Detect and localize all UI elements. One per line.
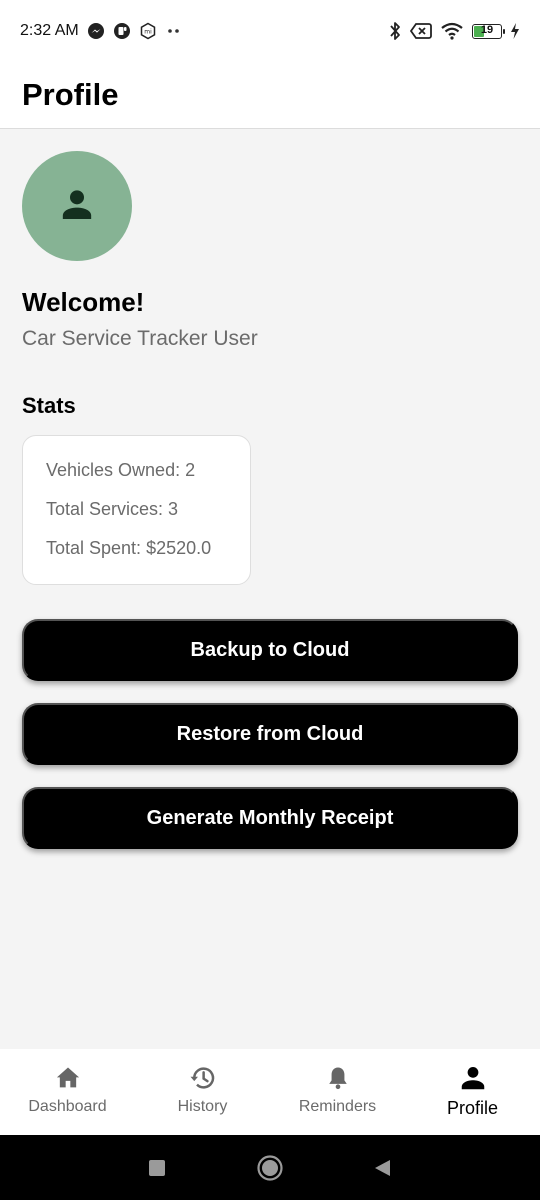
nav-label-reminders: Reminders: [298, 1098, 377, 1115]
welcome-heading: Welcome!: [22, 287, 145, 317]
profile-content: Welcome! Car Service Tracker User Stats …: [0, 129, 540, 1049]
stat-total-spent: Total Spent: $2520.0: [46, 538, 212, 558]
home-icon: [54, 1063, 82, 1093]
stat-vehicles-owned: Vehicles Owned: 2: [46, 460, 196, 480]
nav-label-history: History: [177, 1098, 228, 1115]
system-navigation-bar: [0, 1135, 540, 1200]
app-bar: Profile: [0, 62, 540, 129]
battery-level: 19: [480, 23, 494, 36]
app-icon: [113, 22, 131, 40]
person-icon: [458, 1063, 488, 1093]
nav-item-reminders[interactable]: Reminders: [270, 1049, 405, 1135]
sim-off-icon: [410, 22, 432, 40]
nav-label-dashboard: Dashboard: [28, 1098, 107, 1115]
circle-home-icon[interactable]: [250, 1148, 290, 1188]
avatar: [22, 151, 132, 261]
nav-item-profile[interactable]: Profile: [405, 1049, 540, 1135]
svg-text:mi: mi: [144, 29, 152, 36]
charging-icon: [510, 23, 520, 39]
nav-item-dashboard[interactable]: Dashboard: [0, 1049, 135, 1135]
mi-icon: mi: [139, 22, 157, 40]
more-dots-icon: [165, 22, 183, 40]
nav-item-history[interactable]: History: [135, 1049, 270, 1135]
page-title: Profile: [22, 77, 119, 112]
restore-from-cloud-button[interactable]: Restore from Cloud: [22, 703, 518, 765]
triangle-back-icon[interactable]: [363, 1148, 403, 1188]
bottom-navigation: Dashboard History Reminders Profile: [0, 1049, 540, 1135]
nav-label-profile: Profile: [446, 1098, 499, 1118]
messenger-icon: [87, 22, 105, 40]
stats-card: Vehicles Owned: 2 Total Services: 3 Tota…: [22, 435, 251, 585]
generate-monthly-receipt-button[interactable]: Generate Monthly Receipt: [22, 787, 518, 849]
square-recents-icon[interactable]: [137, 1148, 177, 1188]
battery-icon: 19: [472, 23, 505, 39]
user-subtitle: Car Service Tracker User: [22, 327, 258, 350]
stat-total-services: Total Services: 3: [46, 499, 179, 519]
status-time: 2:32 AM: [20, 22, 79, 39]
status-bar: 2:32 AM mi 19: [0, 0, 540, 62]
backup-to-cloud-button[interactable]: Backup to Cloud: [22, 619, 518, 681]
bluetooth-icon: [388, 21, 402, 41]
wifi-icon: [440, 22, 464, 40]
bell-icon: [324, 1063, 352, 1093]
stats-heading: Stats: [22, 393, 76, 418]
history-icon: [188, 1063, 218, 1093]
person-icon: [57, 184, 97, 229]
